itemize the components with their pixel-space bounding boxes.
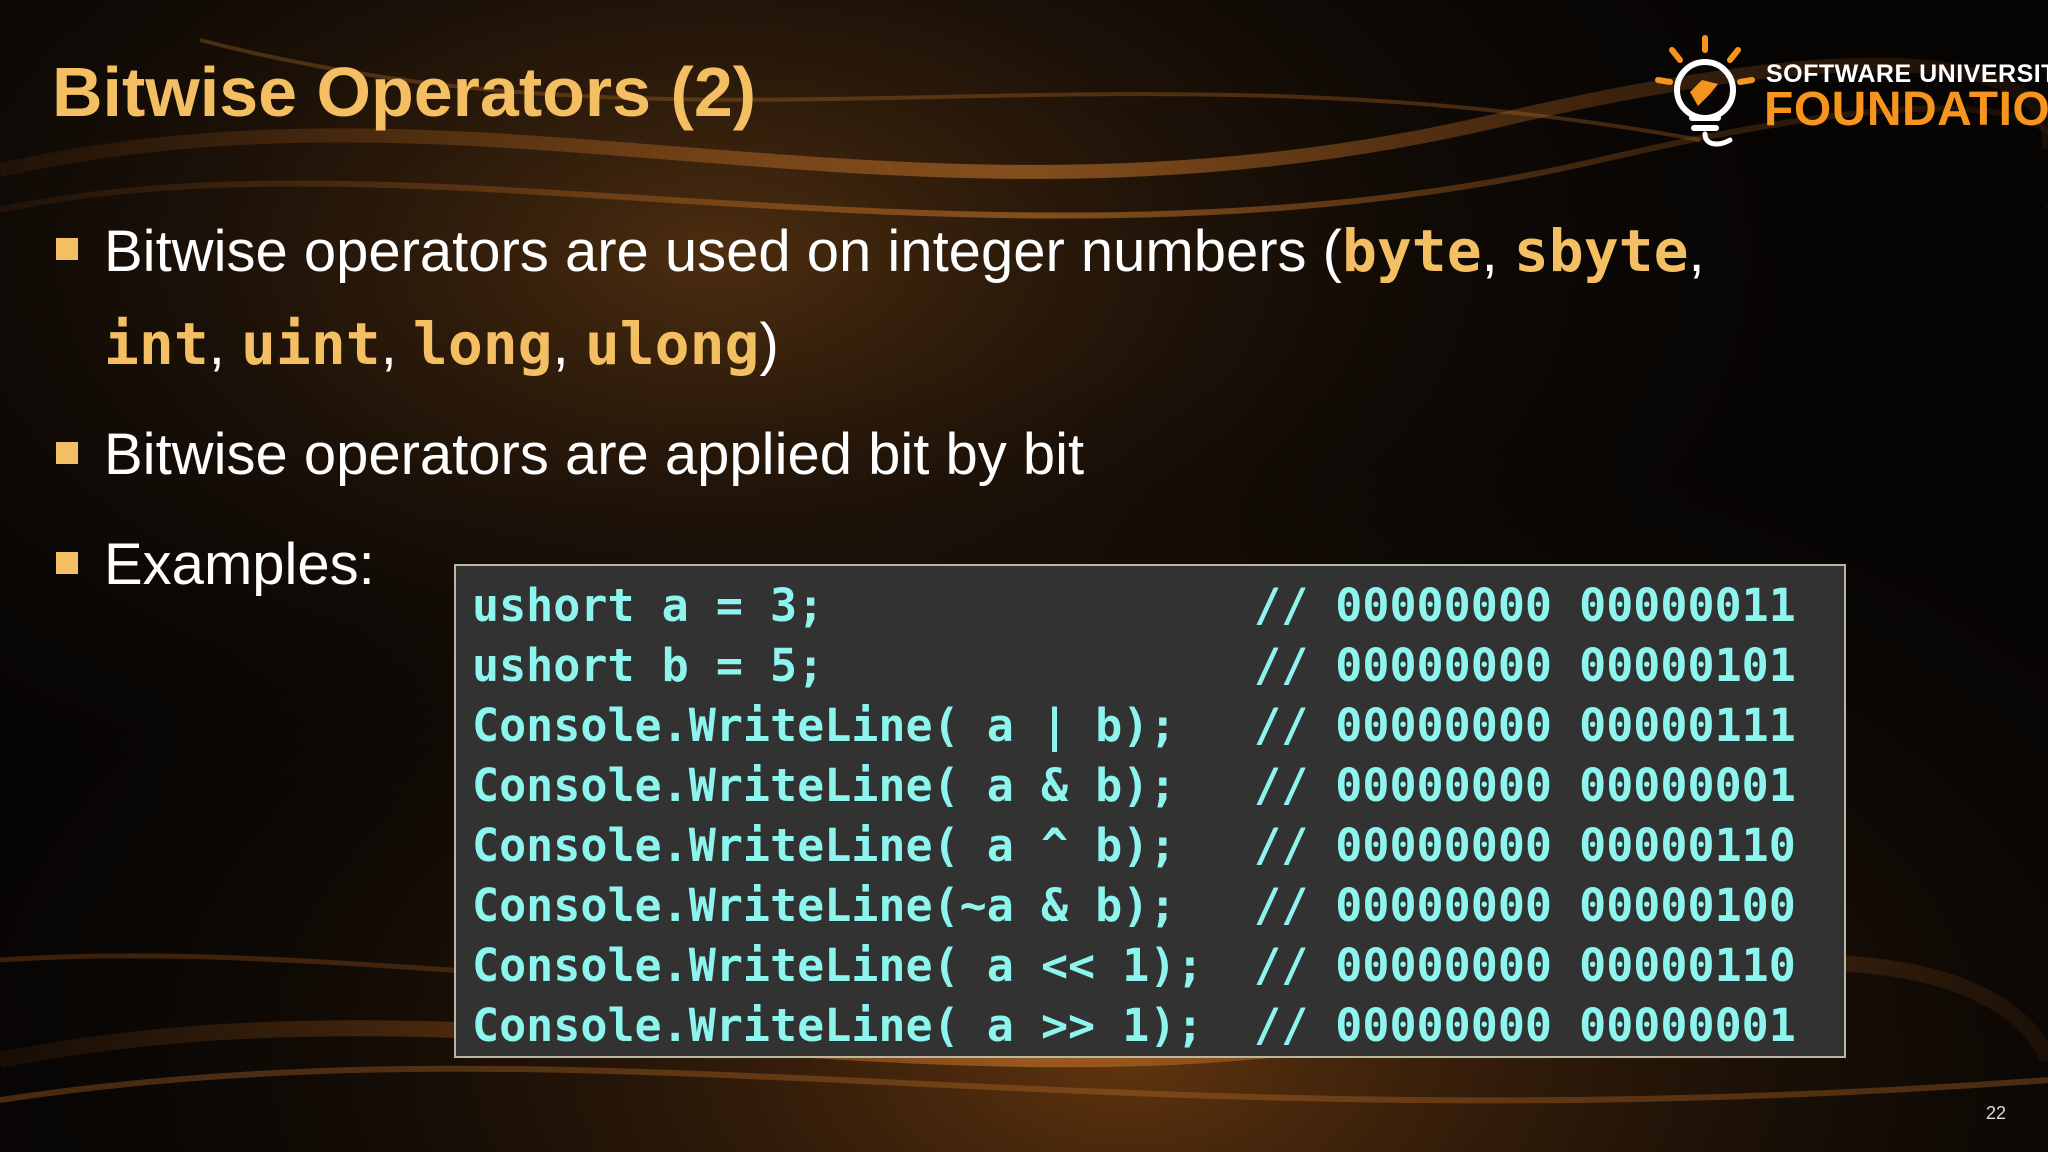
bullet-marker [56,238,78,260]
lightbulb-icon [1655,35,1755,147]
code-line: Console.WriteLine( a << 1); // 00000000 0… [472,936,1844,996]
code-comment: // 00000000 00000100 [1254,879,1796,932]
slide-page-number: 22 [1986,1103,2007,1123]
code-line: ushort b = 5; // 00000000 00000101 [472,636,1844,696]
bullet-integer-types: Bitwise operators are used on integer nu… [52,205,1972,391]
code-statement: Console.WriteLine( a >> 1); [472,999,1204,1052]
code-comment: // 00000000 00000111 [1254,699,1796,752]
code-example-box: ushort a = 3; // 00000000 00000011 ushort… [454,564,1846,1058]
code-statement: ushort a = 3; [472,579,825,632]
code-line: Console.WriteLine( a & b); // 00000000 00… [472,756,1844,816]
software-university-logo: SOFTWARE UNIVERSITY FOUNDATION [1650,34,2048,159]
separator: , [552,312,585,377]
bullet-text-end: ) [759,312,779,377]
separator: , [380,312,413,377]
code-line: Console.WriteLine(~a & b); // 00000000 00… [472,876,1844,936]
logo-text-foundation: FOUNDATION [1764,83,2048,136]
separator: , [1481,219,1514,284]
code-comment: // 00000000 00000101 [1254,639,1796,692]
code-line: ushort a = 3; // 00000000 00000011 [472,576,1844,636]
code-statement: ushort b = 5; [472,639,825,692]
bullet-list: Bitwise operators are used on integer nu… [52,205,1972,611]
code-comment: // 00000000 00000011 [1254,579,1796,632]
separator: , [208,312,241,377]
slide-title: Bitwise Operators (2) [52,53,757,131]
code-statement: Console.WriteLine( a & b); [472,759,1177,812]
bullet-text: Bitwise operators are applied bit by bit [104,422,1085,487]
code-statement: Console.WriteLine( a << 1); [472,939,1204,992]
bullet-text: Bitwise operators are used on integer nu… [104,219,1342,284]
bullet-bit-by-bit: Bitwise operators are applied bit by bit [52,409,1972,501]
code-line: Console.WriteLine( a | b); // 00000000 00… [472,696,1844,756]
keyword-long: long [412,310,553,378]
code-statement: Console.WriteLine( a | b); [472,699,1177,752]
code-statement: Console.WriteLine(~a & b); [472,879,1177,932]
bullet-text: Examples: [104,532,375,597]
code-line: Console.WriteLine( a ^ b); // 00000000 00… [472,816,1844,876]
bullet-marker [56,552,78,574]
keyword-ulong: ulong [584,310,760,378]
keyword-sbyte: sbyte [1513,217,1689,285]
code-statement: Console.WriteLine( a ^ b); [472,819,1177,872]
bullet-marker [56,442,78,464]
code-comment: // 00000000 00000001 [1254,759,1796,812]
keyword-int: int [104,310,209,378]
keyword-uint: uint [241,310,381,378]
separator: , [1688,219,1705,284]
code-comment: // 00000000 00000110 [1254,819,1796,872]
code-comment: // 00000000 00000110 [1254,939,1796,992]
code-comment: // 00000000 00000001 [1254,999,1796,1052]
code-line: Console.WriteLine( a >> 1); // 00000000 0… [472,996,1844,1056]
keyword-byte: byte [1341,217,1482,285]
